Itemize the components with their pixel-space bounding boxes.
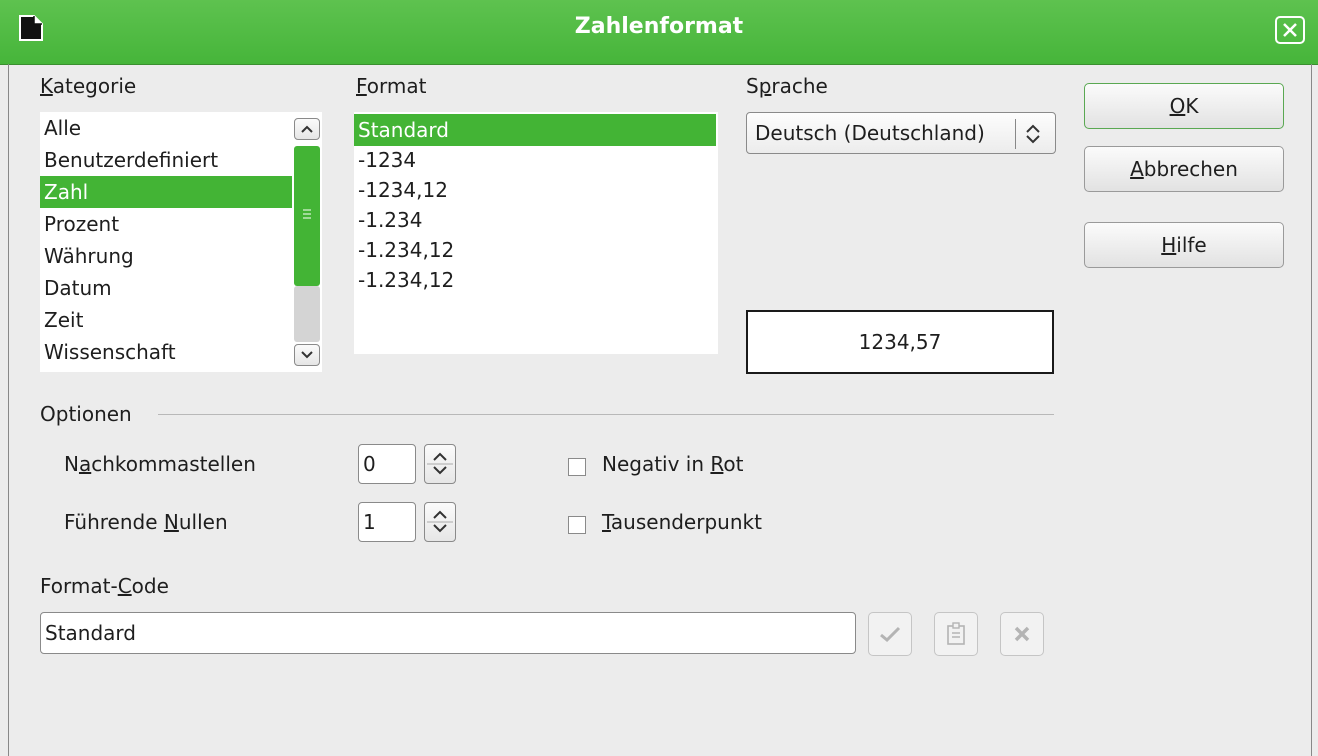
delete-code-button[interactable] [1000, 612, 1044, 656]
chevron-up-icon [301, 125, 313, 133]
thousands-sep-checkbox[interactable] [568, 516, 586, 534]
format-code-label: Format-Code [40, 574, 169, 598]
format-list[interactable]: Standard -1234 -1234,12 -1.234 -1.234,12… [354, 112, 718, 354]
list-item[interactable]: Prozent [40, 208, 292, 240]
list-item[interactable]: -1.234,12 [354, 264, 716, 296]
list-item-selected[interactable]: Standard [354, 114, 716, 146]
stepper-icon [427, 452, 453, 475]
format-code-value: Standard [45, 621, 136, 645]
list-item[interactable]: -1.234,12 [354, 234, 716, 266]
close-button[interactable] [1275, 16, 1305, 44]
list-item[interactable]: Benutzerdefiniert [40, 144, 292, 176]
checkmark-icon [880, 626, 901, 643]
list-item[interactable]: Wissenschaft [40, 336, 292, 368]
format-code-input[interactable]: Standard [40, 612, 856, 654]
grip-icon [303, 209, 311, 219]
select-divider [1015, 119, 1016, 149]
clipboard-icon [947, 622, 965, 645]
list-item[interactable]: Datum [40, 272, 292, 304]
scroll-down-button[interactable] [294, 344, 320, 366]
help-button[interactable]: Hilfe [1084, 222, 1284, 268]
leading-zeros-value: 1 [363, 510, 376, 534]
chevron-down-icon [301, 351, 313, 359]
list-item-selected[interactable]: Zahl [40, 176, 292, 208]
delete-x-icon [1014, 626, 1030, 642]
category-label: Kategorie [40, 74, 137, 98]
leading-zeros-field[interactable]: 1 [358, 502, 416, 542]
scroll-track[interactable] [294, 286, 320, 342]
stepper-icon [427, 510, 453, 533]
language-value: Deutsch (Deutschland) [755, 121, 985, 145]
list-item[interactable]: -1234 [354, 144, 716, 176]
decimals-value: 0 [363, 452, 376, 476]
close-icon [1283, 23, 1297, 37]
list-item[interactable]: Zeit [40, 304, 292, 336]
list-item[interactable]: Währung [40, 240, 292, 272]
window-title: Zahlenformat [574, 14, 744, 39]
thousands-sep-label: Tausenderpunkt [602, 510, 762, 534]
decimals-field[interactable]: 0 [358, 444, 416, 484]
ok-button[interactable]: OK [1084, 83, 1284, 129]
options-label: Optionen [40, 402, 132, 426]
language-select[interactable]: Deutsch (Deutschland) [746, 112, 1056, 154]
format-preview: 1234,57 [746, 310, 1054, 374]
language-label: Sprache [746, 74, 828, 98]
category-label-rest: ategorie [52, 74, 137, 98]
scroll-up-button[interactable] [294, 118, 320, 140]
list-item[interactable]: -1.234 [354, 204, 716, 236]
format-label: Format [356, 74, 427, 98]
leading-zeros-label: Führende Nullen [64, 510, 228, 534]
decimals-stepper[interactable] [424, 444, 456, 484]
negative-red-label: Negativ in Rot [602, 452, 744, 476]
scroll-thumb[interactable] [294, 146, 320, 286]
cancel-button[interactable]: Abbrechen [1084, 146, 1284, 192]
updown-chevron-icon [1026, 124, 1040, 144]
decimals-label: Nachkommastellen [64, 452, 256, 476]
list-item[interactable]: -1234,12 [354, 174, 716, 206]
options-divider [158, 414, 1054, 415]
negative-red-checkbox[interactable] [568, 458, 586, 476]
leading-zeros-stepper[interactable] [424, 502, 456, 542]
apply-code-button[interactable] [868, 612, 912, 656]
edit-comment-button[interactable] [934, 612, 978, 656]
category-list[interactable]: Alle Benutzerdefiniert Zahl Prozent Währ… [40, 112, 292, 372]
preview-value: 1234,57 [858, 330, 942, 354]
list-item[interactable]: Alle [40, 112, 292, 144]
